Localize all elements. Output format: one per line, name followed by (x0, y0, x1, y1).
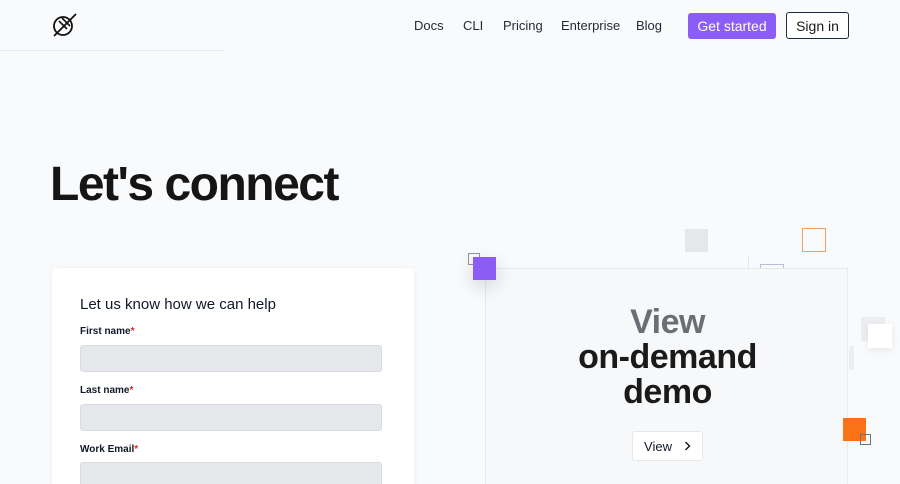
required-mark: * (134, 444, 139, 455)
required-mark: * (129, 385, 134, 396)
nav-pricing[interactable]: Pricing (503, 18, 543, 33)
deco-thin-bar (849, 346, 854, 370)
deco-white-square-2 (868, 324, 892, 348)
site-header: Docs CLI Pricing Enterprise Blog Get sta… (0, 0, 900, 50)
deco-gray-square (685, 229, 708, 252)
nav-blog[interactable]: Blog (636, 18, 662, 33)
last-name-field[interactable] (80, 404, 382, 431)
header-divider (0, 50, 225, 51)
first-name-field[interactable] (80, 345, 382, 372)
deco-orange-outline-square (802, 228, 826, 252)
sign-in-button[interactable]: Sign in (786, 12, 849, 39)
view-demo-button[interactable]: View (632, 431, 703, 461)
page-title: Let's connect (50, 158, 339, 211)
required-mark: * (130, 326, 135, 337)
view-button-label: View (644, 438, 672, 454)
nav-cli[interactable]: CLI (463, 18, 483, 33)
demo-card: View on-demand demo View (485, 268, 848, 484)
deco-purple-square (473, 257, 496, 280)
form-title: Let us know how we can help (80, 296, 276, 313)
first-name-label: First name* (80, 326, 135, 337)
demo-title: View on-demand demo (578, 303, 757, 411)
nav-enterprise[interactable]: Enterprise (561, 18, 620, 33)
get-started-button[interactable]: Get started (688, 13, 776, 39)
logo-icon[interactable] (50, 12, 78, 38)
chevron-right-icon (684, 441, 691, 451)
nav-docs[interactable]: Docs (414, 18, 444, 33)
work-email-label: Work Email* (80, 444, 139, 455)
work-email-field[interactable] (80, 462, 382, 484)
last-name-label: Last name* (80, 385, 134, 396)
deco-orange-outline (860, 434, 871, 445)
contact-form-card: Let us know how we can help First name* … (52, 268, 414, 484)
